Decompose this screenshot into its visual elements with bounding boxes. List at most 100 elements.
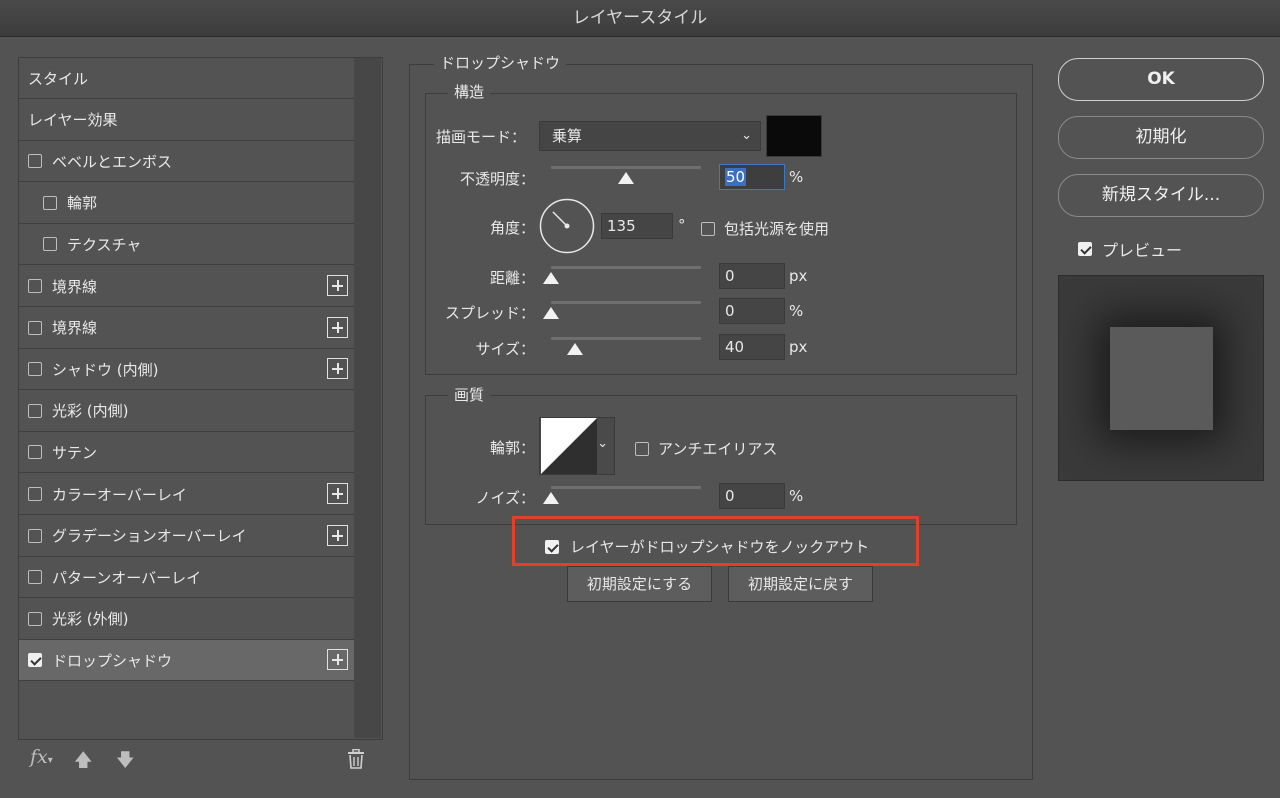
spread-value: 0 xyxy=(725,302,735,320)
blend-mode-select[interactable]: 乗算 ⌄ xyxy=(539,121,761,151)
opacity-slider-thumb[interactable] xyxy=(618,172,634,184)
sidebar-item-checkbox[interactable] xyxy=(28,279,42,293)
sidebar-item-checkbox[interactable] xyxy=(28,320,42,335)
structure-title: 構造 xyxy=(448,81,491,102)
distance-unit: px xyxy=(789,267,808,285)
antialias-toggle[interactable]: アンチエイリアス xyxy=(635,438,777,459)
opacity-value: 50 xyxy=(725,168,747,186)
noise-value: 0 xyxy=(725,487,735,505)
move-up-button[interactable]: 🡅 xyxy=(74,748,93,778)
distance-input[interactable]: 0 xyxy=(719,263,785,289)
spread-slider-track xyxy=(551,301,701,304)
size-slider-track xyxy=(551,337,701,340)
sidebar-item-checkbox[interactable] xyxy=(28,570,42,585)
angle-unit: ° xyxy=(678,216,686,234)
fx-menu-button[interactable]: fx▾ xyxy=(30,746,53,768)
add-effect-plus-icon[interactable] xyxy=(327,649,348,671)
spread-input[interactable]: 0 xyxy=(719,298,785,324)
size-input[interactable]: 40 xyxy=(719,334,785,360)
opacity-slider[interactable] xyxy=(551,166,701,184)
preview-checkbox[interactable] xyxy=(1078,242,1092,256)
reset-default-label: 初期設定に戻す xyxy=(747,575,853,593)
sidebar-item-checkbox[interactable] xyxy=(28,362,42,377)
spread-label: スプレッド： xyxy=(444,304,535,322)
size-slider-thumb[interactable] xyxy=(567,343,583,355)
size-unit: px xyxy=(789,338,808,356)
sidebar-item-11[interactable]: グラデーションオーバーレイ xyxy=(19,516,354,557)
spread-slider-thumb[interactable] xyxy=(543,307,559,319)
sidebar-item-checkbox[interactable] xyxy=(28,611,42,626)
sidebar-item-6[interactable]: 境界線 xyxy=(19,308,354,349)
sidebar-item-7[interactable]: シャドウ (内側) xyxy=(19,349,354,391)
add-effect-plus-icon[interactable] xyxy=(327,358,348,380)
move-down-button[interactable]: 🡇 xyxy=(116,748,135,778)
add-effect-plus-icon[interactable] xyxy=(327,316,348,338)
sidebar-heading-0[interactable]: スタイル xyxy=(19,58,354,99)
styles-list-scrollbar[interactable] xyxy=(354,58,381,738)
distance-slider[interactable] xyxy=(543,266,701,284)
distance-slider-thumb[interactable] xyxy=(543,272,559,284)
global-light-toggle[interactable]: 包括光源を使用 xyxy=(701,218,829,239)
sidebar-item-9[interactable]: サテン xyxy=(19,432,354,474)
sidebar-item-12[interactable]: パターンオーバーレイ xyxy=(19,557,354,599)
add-effect-plus-icon[interactable] xyxy=(327,524,348,546)
sidebar-item-checkbox[interactable] xyxy=(43,237,57,252)
noise-slider[interactable] xyxy=(543,486,701,504)
knockout-label: レイヤーがドロップシャドウをノックアウト xyxy=(570,538,870,556)
opacity-input[interactable]: 50 xyxy=(719,164,785,190)
spread-unit: % xyxy=(789,302,804,320)
reset-label: 初期化 xyxy=(1135,127,1187,147)
global-light-checkbox[interactable] xyxy=(701,221,715,236)
sidebar-item-checkbox[interactable] xyxy=(28,403,42,418)
sidebar-item-3[interactable]: 輪郭 xyxy=(19,183,354,224)
sidebar-item-13[interactable]: 光彩 (外側) xyxy=(19,599,354,640)
sidebar-item-2[interactable]: ベベルとエンボス xyxy=(19,141,354,183)
antialias-checkbox[interactable] xyxy=(635,441,649,456)
noise-unit: % xyxy=(789,487,804,505)
section-title: ドロップシャドウ xyxy=(434,52,567,73)
add-effect-plus-icon[interactable] xyxy=(327,483,348,504)
sidebar-item-label: ドロップシャドウ xyxy=(52,651,173,670)
sidebar-item-checkbox[interactable] xyxy=(28,528,42,543)
sidebar-item-label: サテン xyxy=(52,443,98,462)
angle-dial[interactable] xyxy=(539,198,595,254)
size-slider[interactable] xyxy=(551,337,701,355)
shadow-color-swatch[interactable] xyxy=(766,115,822,157)
noise-slider-thumb[interactable] xyxy=(543,492,559,504)
sidebar-item-checkbox[interactable] xyxy=(28,445,42,460)
angle-input[interactable]: 135 xyxy=(601,213,673,239)
angle-value: 135 xyxy=(607,217,636,235)
sidebar-item-checkbox[interactable] xyxy=(28,154,42,169)
noise-input[interactable]: 0 xyxy=(719,483,785,509)
sidebar-item-8[interactable]: 光彩 (内側) xyxy=(19,391,354,432)
sidebar-item-label: ベベルとエンボス xyxy=(52,152,173,171)
sidebar-item-4[interactable]: テクスチャ xyxy=(19,224,354,266)
make-default-button[interactable]: 初期設定にする xyxy=(567,566,712,602)
knockout-toggle[interactable]: レイヤーがドロップシャドウをノックアウト xyxy=(545,536,869,557)
preview-label: プレビュー xyxy=(1102,241,1183,260)
sidebar-heading-1[interactable]: レイヤー効果 xyxy=(19,100,354,141)
contour-preview-icon xyxy=(541,418,597,474)
sidebar-item-5[interactable]: 境界線 xyxy=(19,266,354,307)
reset-default-button[interactable]: 初期設定に戻す xyxy=(728,566,873,602)
spread-slider[interactable] xyxy=(543,301,701,319)
fx-dropdown-caret-icon: ▾ xyxy=(47,755,53,766)
new-style-button[interactable]: 新規スタイル... xyxy=(1058,174,1264,217)
add-effect-plus-icon[interactable] xyxy=(327,275,348,296)
distance-label: 距離： xyxy=(489,269,535,287)
knockout-checkbox[interactable] xyxy=(545,539,559,554)
preview-toggle[interactable]: プレビュー xyxy=(1078,237,1182,261)
sidebar-item-label: グラデーションオーバーレイ xyxy=(52,527,247,546)
sidebar-item-checkbox[interactable] xyxy=(43,195,57,210)
make-default-label: 初期設定にする xyxy=(586,575,693,593)
contour-picker[interactable]: ⌄ xyxy=(539,417,615,475)
ok-button[interactable]: OK xyxy=(1058,58,1264,101)
sidebar-item-10[interactable]: カラーオーバーレイ xyxy=(19,474,354,515)
sidebar-item-checkbox[interactable] xyxy=(28,487,42,501)
delete-effect-button[interactable] xyxy=(347,748,365,769)
size-label: サイズ： xyxy=(475,340,535,358)
preview-square xyxy=(1110,327,1213,430)
sidebar-item-checkbox[interactable] xyxy=(28,653,42,668)
reset-button[interactable]: 初期化 xyxy=(1058,116,1264,159)
sidebar-item-14[interactable]: ドロップシャドウ xyxy=(19,640,354,682)
